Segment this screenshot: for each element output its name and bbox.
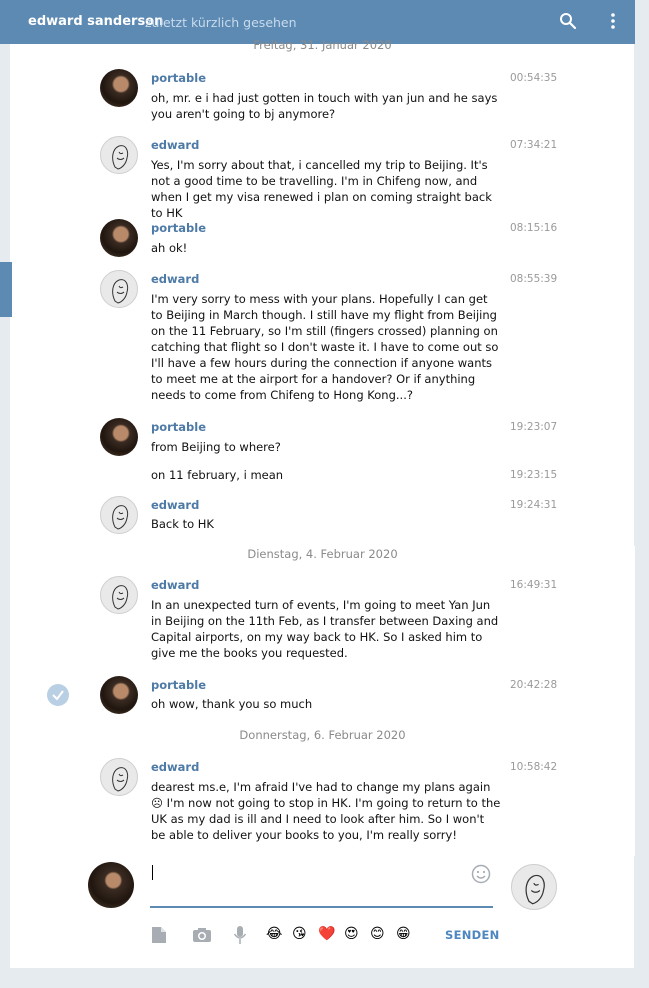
- read-check-icon: [47, 684, 69, 706]
- avatar-edward[interactable]: [100, 758, 138, 796]
- message-text: from Beijing to where?: [151, 440, 281, 454]
- avatar-edward[interactable]: [100, 136, 138, 174]
- date-separator: Donnerstag, 6. Februar 2020: [239, 728, 406, 742]
- message-sender[interactable]: edward: [151, 272, 199, 286]
- message-text: dearest ms.e, I'm afraid I've had to cha…: [151, 780, 501, 842]
- window-edge: [634, 856, 649, 968]
- file-icon[interactable]: [151, 926, 167, 944]
- contact-name[interactable]: edward sanderson: [28, 14, 163, 29]
- emoji-heart-eyes[interactable]: 😍: [344, 926, 359, 942]
- message-text: In an unexpected turn of events, I'm goi…: [151, 598, 499, 660]
- message-time: 08:15:16: [510, 222, 558, 234]
- avatar-portable[interactable]: [100, 418, 138, 456]
- avatar-portable[interactable]: [100, 676, 138, 714]
- message-input[interactable]: [150, 906, 493, 908]
- contact-avatar[interactable]: [511, 864, 557, 910]
- emoji-smile[interactable]: 😊: [370, 926, 385, 942]
- emoji-heart[interactable]: ❤️: [318, 926, 335, 942]
- message-sender[interactable]: edward: [151, 498, 199, 512]
- message-time: 16:49:31: [510, 579, 558, 591]
- message-text: Yes, I'm sorry about that, i cancelled m…: [151, 158, 492, 220]
- message-sender[interactable]: portable: [151, 221, 206, 235]
- message-text: ah ok!: [151, 241, 188, 255]
- avatar-portable[interactable]: [100, 69, 138, 107]
- message-time: 19:24:31: [510, 499, 558, 511]
- date-separator: Freitag, 31. Januar 2020: [253, 38, 392, 52]
- scroll-indicator[interactable]: [0, 262, 12, 317]
- message-sender[interactable]: edward: [151, 138, 199, 152]
- emoji-grin[interactable]: 😁: [396, 926, 411, 942]
- message-sender[interactable]: portable: [151, 420, 206, 434]
- message-text: oh wow, thank you so much: [151, 697, 313, 711]
- self-avatar[interactable]: [88, 862, 134, 908]
- camera-icon[interactable]: [192, 927, 212, 943]
- message-sender[interactable]: portable: [151, 678, 206, 692]
- emoji-kiss[interactable]: 😘: [292, 926, 307, 942]
- avatar-edward[interactable]: [100, 496, 138, 534]
- microphone-icon[interactable]: [233, 925, 247, 945]
- message-input-caret[interactable]: [152, 865, 153, 880]
- avatar-portable[interactable]: [100, 219, 138, 257]
- message-text: I'm very sorry to mess with your plans. …: [151, 292, 499, 402]
- message-time: 10:58:42: [510, 761, 558, 773]
- message-text: on 11 february, i mean: [151, 468, 284, 482]
- avatar-edward[interactable]: [100, 270, 138, 308]
- message-time: 20:42:28: [510, 679, 558, 691]
- message-text: Back to HK: [151, 517, 214, 531]
- contact-status: zuletzt kürzlich gesehen: [145, 15, 297, 30]
- message-sender[interactable]: portable: [151, 71, 206, 85]
- message-time: 00:54:35: [510, 72, 558, 84]
- message-time: 08:55:39: [510, 273, 558, 285]
- window-bottom: [0, 968, 649, 988]
- message-text: oh, mr. e i had just gotten in touch wit…: [151, 91, 498, 121]
- window-edge: [634, 44, 649, 546]
- message-time: 07:34:21: [510, 139, 558, 151]
- avatar-edward[interactable]: [100, 576, 138, 614]
- message-sender[interactable]: edward: [151, 578, 199, 592]
- search-icon[interactable]: [559, 12, 577, 30]
- emoji-joy[interactable]: 😂: [266, 926, 282, 942]
- more-vertical-icon[interactable]: [609, 12, 617, 30]
- smiley-icon[interactable]: [471, 864, 491, 884]
- date-separator: Dienstag, 4. Februar 2020: [247, 547, 398, 561]
- message-time: 19:23:15: [510, 469, 558, 481]
- message-sender[interactable]: edward: [151, 760, 199, 774]
- message-time: 19:23:07: [510, 421, 558, 433]
- send-button[interactable]: SENDEN: [445, 928, 500, 942]
